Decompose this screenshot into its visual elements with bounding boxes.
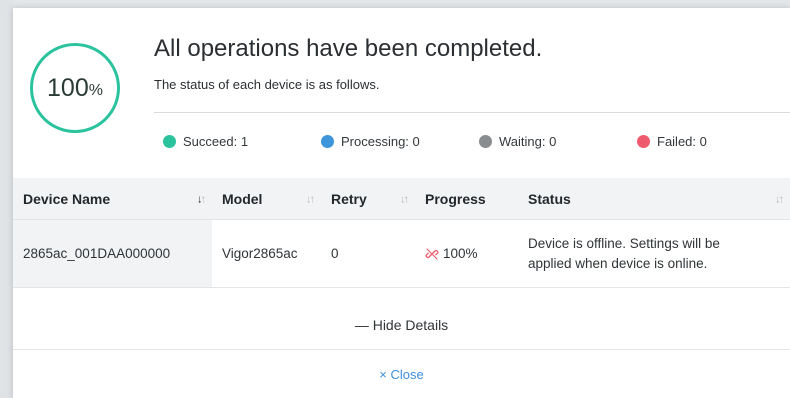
broken-link-icon bbox=[425, 247, 439, 261]
hide-details-toggle[interactable]: — Hide Details bbox=[13, 317, 790, 333]
background-overlay bbox=[0, 0, 13, 398]
column-label: Retry bbox=[331, 190, 367, 207]
dialog-subtitle: The status of each device is as follows. bbox=[154, 77, 380, 92]
progress-cell: 100% bbox=[415, 220, 518, 287]
divider bbox=[154, 112, 790, 113]
processing-dot-icon bbox=[321, 135, 334, 148]
close-label: × Close bbox=[379, 366, 424, 382]
legend-waiting: Waiting: 0 bbox=[479, 134, 556, 149]
succeed-dot-icon bbox=[163, 135, 176, 148]
hide-details-label: — Hide Details bbox=[354, 317, 449, 333]
device-name-cell: 2865ac_001DAA000000 bbox=[13, 220, 212, 287]
status-cell: Device is offline. Settings will be appl… bbox=[518, 220, 790, 287]
column-device-name[interactable]: Device Name ↓↑ bbox=[13, 178, 212, 219]
column-model[interactable]: Model ↓↑ bbox=[212, 178, 321, 219]
status-line: Device is offline. Settings will be bbox=[528, 235, 720, 251]
progress-value: 100 bbox=[47, 73, 89, 102]
table-row: 2865ac_001DAA000000 Vigor2865ac 0 100% D… bbox=[13, 220, 790, 288]
close-button[interactable]: × Close bbox=[379, 367, 423, 382]
column-retry[interactable]: Retry ↓↑ bbox=[321, 178, 415, 219]
column-progress: Progress bbox=[415, 178, 518, 219]
operation-result-dialog: 100 % All operations have been completed… bbox=[13, 8, 790, 398]
status-line: applied when device is online. bbox=[528, 255, 708, 271]
legend-label: Succeed: 1 bbox=[183, 134, 249, 149]
progress-value-text: 100% bbox=[443, 246, 478, 261]
waiting-dot-icon bbox=[479, 135, 492, 148]
column-label: Status bbox=[528, 190, 571, 207]
table-header: Device Name ↓↑ Model ↓↑ Retry ↓↑ Progres… bbox=[13, 178, 790, 220]
dialog-footer: × Close bbox=[13, 349, 790, 398]
legend-label: Failed: 0 bbox=[657, 134, 707, 149]
sort-icon[interactable]: ↓↑ bbox=[197, 193, 206, 205]
sort-icon[interactable]: ↓↑ bbox=[775, 193, 784, 205]
column-label: Progress bbox=[425, 190, 486, 207]
retry-cell: 0 bbox=[331, 246, 339, 261]
column-label: Model bbox=[222, 190, 263, 207]
sort-icon[interactable]: ↓↑ bbox=[400, 193, 409, 205]
progress-ring: 100 % bbox=[30, 43, 120, 133]
legend-label: Waiting: 0 bbox=[499, 134, 557, 149]
device-table: Device Name ↓↑ Model ↓↑ Retry ↓↑ Progres… bbox=[13, 178, 790, 288]
progress-unit: % bbox=[88, 82, 103, 99]
sort-icon[interactable]: ↓↑ bbox=[306, 193, 315, 205]
column-status[interactable]: Status ↓↑ bbox=[518, 178, 790, 219]
dialog-title: All operations have been completed. bbox=[154, 35, 543, 62]
legend-label: Processing: 0 bbox=[341, 134, 420, 149]
model-cell: Vigor2865ac bbox=[222, 246, 298, 261]
failed-dot-icon bbox=[637, 135, 650, 148]
legend-processing: Processing: 0 bbox=[321, 134, 420, 149]
column-label: Device Name bbox=[23, 190, 111, 207]
legend-succeed: Succeed: 1 bbox=[163, 134, 248, 149]
legend-failed: Failed: 0 bbox=[637, 134, 707, 149]
